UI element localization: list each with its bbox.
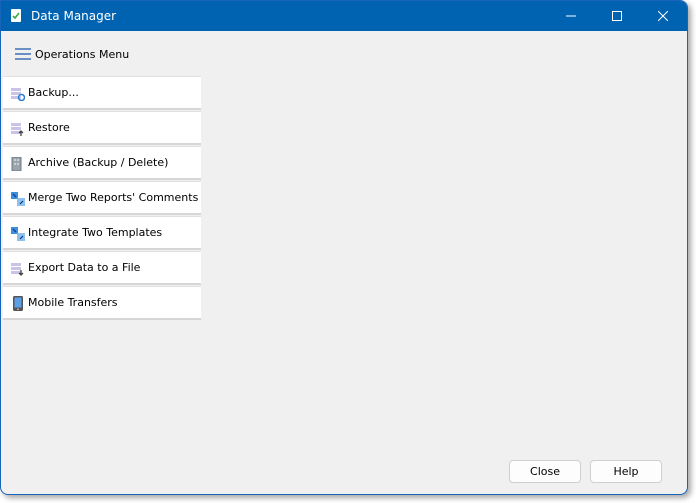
minimize-button[interactable] bbox=[548, 1, 594, 31]
title-bar[interactable]: Data Manager bbox=[1, 1, 687, 31]
backup-icon bbox=[11, 86, 26, 101]
menu-item-label: Integrate Two Templates bbox=[28, 226, 163, 239]
minimize-icon bbox=[566, 15, 576, 17]
menu-item-label: Archive (Backup / Delete) bbox=[28, 156, 169, 169]
close-window-button[interactable] bbox=[640, 1, 686, 31]
merge-icon bbox=[11, 191, 25, 206]
help-button[interactable]: Help bbox=[590, 460, 662, 483]
integrate-icon bbox=[11, 226, 25, 241]
menu-item-integrate[interactable]: Integrate Two Templates bbox=[3, 216, 201, 250]
menu-item-export[interactable]: Export Data to a File bbox=[3, 251, 201, 285]
menu-item-merge[interactable]: Merge Two Reports' Comments bbox=[3, 181, 201, 215]
operations-menu-label: Operations Menu bbox=[35, 47, 130, 61]
menu-item-label: Merge Two Reports' Comments bbox=[28, 191, 199, 204]
menu-item-label: Export Data to a File bbox=[28, 261, 141, 274]
menu-item-label: Mobile Transfers bbox=[28, 296, 118, 309]
window-title: Data Manager bbox=[31, 9, 117, 23]
mobile-icon bbox=[11, 295, 25, 311]
menu-item-restore[interactable]: Restore bbox=[3, 111, 201, 145]
menu-item-mobile-transfers[interactable]: Mobile Transfers bbox=[3, 286, 201, 320]
data-manager-window: Data Manager Operations Menu Backup... R… bbox=[0, 0, 688, 495]
menu-item-archive[interactable]: Archive (Backup / Delete) bbox=[3, 146, 201, 180]
hamburger-icon bbox=[15, 47, 31, 61]
operations-menu-button[interactable]: Operations Menu bbox=[15, 46, 129, 62]
menu-item-backup[interactable]: Backup... bbox=[3, 76, 201, 110]
close-button[interactable]: Close bbox=[509, 460, 581, 483]
menu-item-label: Restore bbox=[28, 121, 70, 134]
restore-icon bbox=[11, 121, 25, 136]
close-icon bbox=[658, 11, 668, 21]
clipboard-check-icon bbox=[11, 9, 21, 22]
maximize-button[interactable] bbox=[594, 1, 640, 31]
menu-item-label: Backup... bbox=[28, 86, 79, 99]
archive-icon bbox=[11, 156, 25, 171]
maximize-icon bbox=[612, 11, 622, 21]
export-icon bbox=[11, 261, 25, 276]
